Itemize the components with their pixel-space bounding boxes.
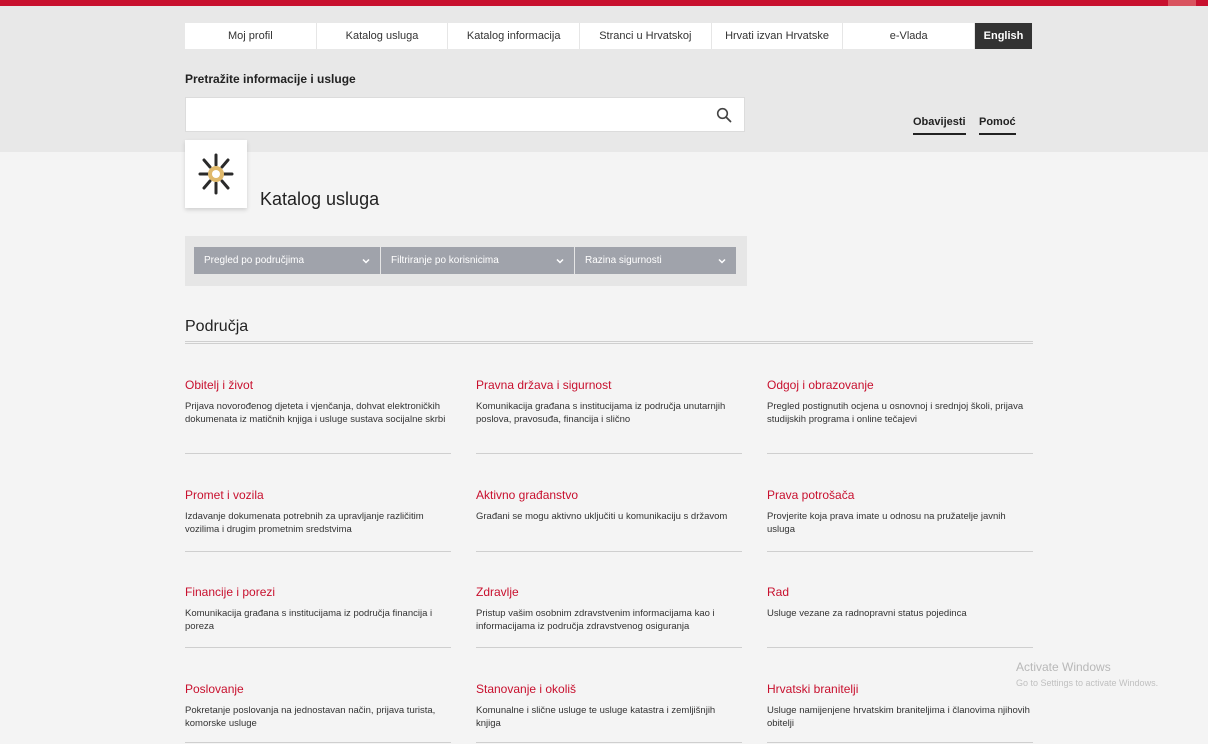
help-link[interactable]: Pomoć (979, 116, 1016, 135)
card-divider (185, 647, 451, 648)
card-divider (185, 453, 451, 454)
area-description: Komunikacija građana s institucijama iz … (185, 608, 433, 632)
card-divider (476, 551, 742, 552)
card-divider (767, 742, 1033, 743)
page-title: Katalog usluga (260, 189, 380, 209)
card-divider (476, 647, 742, 648)
catalog-logo-icon (198, 153, 234, 195)
filter-panel: Pregled po područjima Filtriranje po kor… (185, 236, 747, 286)
area-description: Usluge namijenjene hrvatskim braniteljim… (767, 705, 1030, 729)
search-input[interactable] (186, 98, 706, 131)
card-divider (185, 742, 451, 743)
chevron-down-icon (362, 258, 370, 264)
section-divider (185, 341, 1033, 344)
section-title: Područja (185, 318, 249, 335)
nav-item-stranci[interactable]: Stranci u Hrvatskoj (580, 23, 712, 49)
area-description: Pokretanje poslovanja na jednostavan nač… (185, 705, 436, 729)
card-divider (767, 551, 1033, 552)
area-link-obitelj[interactable]: Obitelj i život (185, 378, 451, 392)
area-description: Građani se mogu aktivno uključiti u komu… (476, 511, 728, 522)
area-link-rad[interactable]: Rad (767, 585, 1033, 599)
area-description: Izdavanje dokumenata potrebnih za upravl… (185, 511, 424, 535)
filter-by-user-label: Filtriranje po korisnicima (391, 255, 499, 266)
card-divider (476, 742, 742, 743)
filter-by-security-level-label: Razina sigurnosti (585, 255, 662, 266)
area-link-zdravlje[interactable]: Zdravlje (476, 585, 742, 599)
area-description: Provjerite koja prava imate u odnosu na … (767, 511, 1006, 535)
area-description: Komunikacija građana s institucijama iz … (476, 401, 726, 425)
filter-by-user[interactable]: Filtriranje po korisnicima (381, 247, 574, 274)
card-divider (767, 647, 1033, 648)
area-link-stanovanje[interactable]: Stanovanje i okoliš (476, 682, 742, 696)
area-card: Zdravlje Pristup vašim osobnim zdravstve… (476, 585, 742, 634)
area-card: Aktivno građanstvo Građani se mogu aktiv… (476, 488, 742, 524)
nav-item-hrvati-izvan[interactable]: Hrvati izvan Hrvatske (711, 23, 844, 49)
search-box (185, 97, 745, 132)
area-description: Pristup vašim osobnim zdravstvenim infor… (476, 608, 715, 632)
nav-item-e-vlada[interactable]: e-Vlada (843, 23, 976, 49)
activation-watermark-subtitle: Go to Settings to activate Windows. (1016, 678, 1159, 688)
area-card: Odgoj i obrazovanje Pregled postignutih … (767, 378, 1033, 427)
card-divider (767, 453, 1033, 454)
area-link-branitelji[interactable]: Hrvatski branitelji (767, 682, 1033, 696)
nav-item-english[interactable]: English (975, 23, 1034, 49)
area-card: Poslovanje Pokretanje poslovanja na jedn… (185, 682, 451, 731)
search-label: Pretražite informacije i usluge (185, 72, 356, 86)
area-link-financije[interactable]: Financije i porezi (185, 585, 451, 599)
area-card: Rad Usluge vezane za radnopravni status … (767, 585, 1033, 621)
area-description: Prijava novorođenog djeteta i vjenčanja,… (185, 401, 446, 425)
chevron-down-icon (556, 258, 564, 264)
area-link-prava-potrosaca[interactable]: Prava potrošača (767, 488, 1033, 502)
area-card: Financije i porezi Komunikacija građana … (185, 585, 451, 634)
chevron-down-icon (718, 258, 726, 264)
area-card: Obitelj i život Prijava novorođenog djet… (185, 378, 451, 427)
filter-by-area-label: Pregled po područjima (204, 255, 305, 266)
area-description: Pregled postignutih ocjena u osnovnoj i … (767, 401, 1024, 425)
nav-item-katalog-usluga[interactable]: Katalog usluga (316, 23, 449, 49)
area-card: Hrvatski branitelji Usluge namijenjene h… (767, 682, 1033, 731)
area-description: Komunalne i slične usluge te usluge kata… (476, 705, 716, 729)
activation-watermark-title: Activate Windows (1016, 660, 1111, 674)
catalog-logo (185, 140, 247, 208)
nav-item-moj-profil[interactable]: Moj profil (185, 23, 317, 49)
card-divider (185, 551, 451, 552)
area-link-promet[interactable]: Promet i vozila (185, 488, 451, 502)
search-icon[interactable] (716, 107, 732, 123)
area-description: Usluge vezane za radnopravni status poje… (767, 608, 967, 619)
area-link-poslovanje[interactable]: Poslovanje (185, 682, 451, 696)
area-card: Pravna država i sigurnost Komunikacija g… (476, 378, 742, 427)
area-link-aktivno-gradanstvo[interactable]: Aktivno građanstvo (476, 488, 742, 502)
area-card: Promet i vozila Izdavanje dokumenata pot… (185, 488, 451, 537)
header: Moj profil Katalog usluga Katalog inform… (0, 6, 1208, 152)
notices-link[interactable]: Obavijesti (913, 116, 966, 135)
filter-by-area[interactable]: Pregled po područjima (194, 247, 380, 274)
area-link-odgoj[interactable]: Odgoj i obrazovanje (767, 378, 1033, 392)
filter-by-security-level[interactable]: Razina sigurnosti (575, 247, 736, 274)
area-card: Prava potrošača Provjerite koja prava im… (767, 488, 1033, 537)
area-link-pravna-drzava[interactable]: Pravna država i sigurnost (476, 378, 742, 392)
top-navigation: Moj profil Katalog usluga Katalog inform… (185, 23, 1034, 49)
nav-item-katalog-informacija[interactable]: Katalog informacija (448, 23, 581, 49)
area-card: Stanovanje i okoliš Komunalne i slične u… (476, 682, 742, 731)
card-divider (476, 453, 742, 454)
